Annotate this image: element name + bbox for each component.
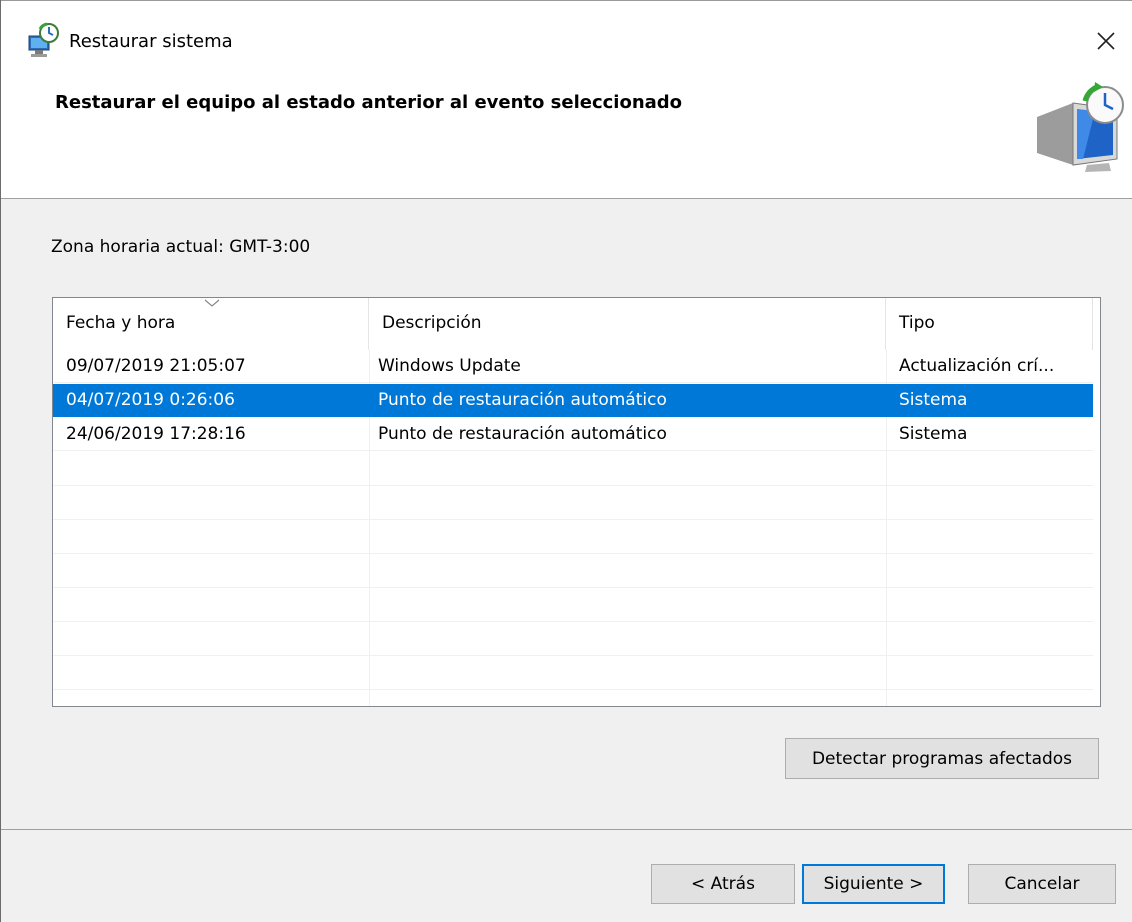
row-type: Sistema xyxy=(899,390,968,410)
row-date: 04/07/2019 0:26:06 xyxy=(66,390,235,410)
grid-line xyxy=(53,689,1093,690)
column-header-description[interactable]: Descripción xyxy=(369,298,886,350)
close-icon xyxy=(1097,32,1115,50)
timezone-label: Zona horaria actual: GMT-3:00 xyxy=(51,237,311,257)
grid-line xyxy=(53,587,1093,588)
system-restore-monitor-icon xyxy=(1023,79,1127,173)
column-header-label: Tipo xyxy=(899,313,935,333)
grid-line xyxy=(53,485,1093,486)
grid-line xyxy=(53,553,1093,554)
restore-points-list[interactable]: Fecha y hora Descripción Tipo 09/07/2019… xyxy=(52,297,1101,707)
system-restore-icon xyxy=(23,21,63,61)
row-date: 09/07/2019 21:05:07 xyxy=(66,356,246,376)
back-button[interactable]: < Atrás xyxy=(651,864,795,904)
grid-line xyxy=(53,621,1093,622)
table-row[interactable]: 09/07/2019 21:05:07 Windows Update Actua… xyxy=(53,350,1093,383)
column-header-label: Fecha y hora xyxy=(66,313,176,333)
next-button[interactable]: Siguiente > xyxy=(802,864,945,904)
row-date: 24/06/2019 17:28:16 xyxy=(66,424,246,444)
column-header-type[interactable]: Tipo xyxy=(886,298,1093,350)
page-heading: Restaurar el equipo al estado anterior a… xyxy=(55,92,683,113)
column-header-label: Descripción xyxy=(382,313,482,333)
sort-descending-icon xyxy=(204,299,220,307)
footer-divider xyxy=(1,829,1132,830)
row-description: Windows Update xyxy=(378,356,521,376)
system-restore-dialog: Restaurar sistema Restaurar el equipo al… xyxy=(0,0,1132,922)
detect-affected-programs-button[interactable]: Detectar programas afectados xyxy=(785,738,1099,779)
grid-line xyxy=(53,519,1093,520)
row-description: Punto de restauración automático xyxy=(378,390,667,410)
row-type: Actualización crí... xyxy=(899,356,1055,376)
grid-line xyxy=(53,655,1093,656)
cancel-button[interactable]: Cancelar xyxy=(968,864,1116,904)
table-row-selected[interactable]: 04/07/2019 0:26:06 Punto de restauración… xyxy=(53,384,1093,417)
row-type: Sistema xyxy=(899,424,968,444)
dialog-header: Restaurar sistema Restaurar el equipo al… xyxy=(1,1,1132,199)
close-button[interactable] xyxy=(1083,21,1129,61)
list-header: Fecha y hora Descripción Tipo xyxy=(53,298,1100,350)
column-header-date[interactable]: Fecha y hora xyxy=(53,298,369,350)
table-row[interactable]: 24/06/2019 17:28:16 Punto de restauració… xyxy=(53,418,1093,451)
row-description: Punto de restauración automático xyxy=(378,424,667,444)
window-title: Restaurar sistema xyxy=(69,31,233,52)
